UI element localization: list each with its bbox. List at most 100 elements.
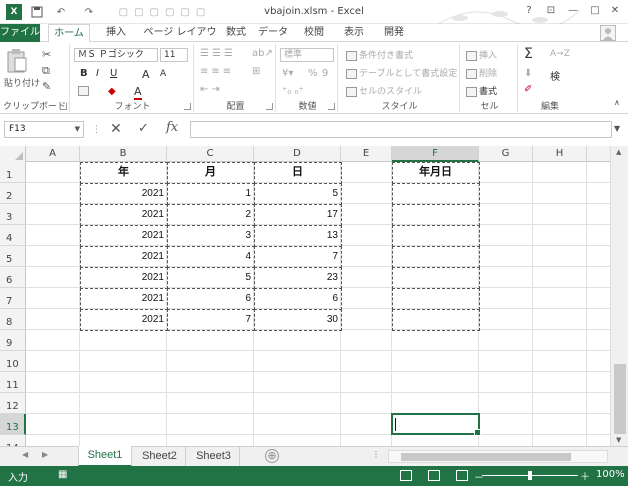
column-header-b[interactable]: B: [80, 146, 167, 162]
table-cell[interactable]: [392, 183, 479, 204]
vertical-scroll-thumb[interactable]: [614, 364, 626, 434]
format-as-table-button[interactable]: テーブルとして書式設定: [346, 66, 457, 79]
table-cell[interactable]: 4: [167, 246, 254, 267]
italic-button[interactable]: I: [96, 68, 99, 79]
tab-formulas[interactable]: 数式: [222, 24, 250, 42]
row-header-4[interactable]: 4: [0, 225, 26, 246]
autosum-button[interactable]: Σ: [524, 46, 533, 62]
tab-home[interactable]: ホーム: [48, 24, 90, 43]
paste-button[interactable]: 貼り付け: [4, 76, 40, 89]
table-cell[interactable]: 1: [167, 183, 254, 204]
zoom-in-button[interactable]: ＋: [580, 468, 590, 483]
delete-cells-button[interactable]: 削除: [466, 66, 497, 79]
select-all-button[interactable]: [0, 146, 26, 162]
sort-filter-button[interactable]: A→Z: [550, 49, 570, 59]
table-cell[interactable]: 6: [167, 288, 254, 309]
zoom-level[interactable]: 100%: [596, 469, 625, 480]
format-painter-icon[interactable]: ✎: [42, 80, 51, 93]
sheet-tab-sheet3[interactable]: Sheet3: [188, 447, 240, 466]
indent-icons[interactable]: ⇤⇥: [200, 84, 223, 95]
table-cell[interactable]: 2021: [80, 309, 167, 330]
table-cell[interactable]: 7: [167, 309, 254, 330]
table-cell[interactable]: 6: [254, 288, 341, 309]
bold-button[interactable]: B: [80, 68, 88, 79]
help-button[interactable]: ?: [520, 3, 538, 19]
table-cell[interactable]: 23: [254, 267, 341, 288]
table-header-cell[interactable]: 日: [254, 162, 341, 183]
row-header-6[interactable]: 6: [0, 267, 26, 288]
row-header-7[interactable]: 7: [0, 288, 26, 309]
tab-review[interactable]: 校閲: [300, 24, 328, 42]
horizontal-scroll-thumb[interactable]: [401, 453, 571, 461]
table-cell[interactable]: [392, 267, 479, 288]
name-box-dropdown-icon[interactable]: ▼: [75, 122, 80, 137]
copy-icon[interactable]: ⧉: [42, 64, 50, 78]
table-cell[interactable]: 2021: [80, 183, 167, 204]
table-cell[interactable]: [392, 288, 479, 309]
table-header-cell[interactable]: 年月日: [392, 162, 479, 183]
normal-view-icon[interactable]: [400, 470, 412, 481]
row-header-5[interactable]: 5: [0, 246, 26, 267]
insert-cells-button[interactable]: 挿入: [466, 48, 497, 61]
table-cell[interactable]: 2021: [80, 267, 167, 288]
formula-input[interactable]: [190, 121, 612, 138]
tab-file[interactable]: ファイル: [0, 24, 40, 42]
table-cell[interactable]: 7: [254, 246, 341, 267]
table-cell[interactable]: 2021: [80, 246, 167, 267]
row-header-9[interactable]: 9: [0, 330, 26, 351]
tab-page-layout[interactable]: ページ レイアウト: [140, 24, 220, 56]
decimal-icons[interactable]: ⁺₀ ₀⁺: [282, 86, 304, 97]
accounting-format-icon[interactable]: ¥▾: [282, 68, 293, 79]
row-header-12[interactable]: 12: [0, 393, 26, 414]
clear-button[interactable]: ✐: [524, 84, 532, 95]
minimize-button[interactable]: —: [564, 3, 582, 19]
active-cell-selection[interactable]: [391, 413, 481, 436]
table-cell[interactable]: 2021: [80, 204, 167, 225]
table-cell[interactable]: 5: [254, 183, 341, 204]
table-cell[interactable]: [392, 309, 479, 330]
table-header-cell[interactable]: 年: [80, 162, 167, 183]
tab-developer[interactable]: 開発: [380, 24, 408, 42]
column-header-a[interactable]: A: [26, 146, 80, 162]
page-break-view-icon[interactable]: [456, 470, 468, 481]
alignment-launcher-icon[interactable]: [266, 103, 273, 110]
new-sheet-button[interactable]: ⊕: [265, 449, 279, 463]
font-color-button[interactable]: A: [134, 85, 142, 100]
number-launcher-icon[interactable]: [328, 103, 335, 110]
prev-sheet-icon[interactable]: ◀: [22, 450, 28, 459]
zoom-slider-knob[interactable]: [528, 471, 532, 480]
paste-icon[interactable]: [6, 48, 28, 77]
table-cell[interactable]: 5: [167, 267, 254, 288]
zoom-out-button[interactable]: －: [474, 469, 484, 484]
macro-record-icon[interactable]: ▦: [58, 469, 67, 480]
collapse-ribbon-icon[interactable]: ∧: [614, 98, 620, 107]
table-cell[interactable]: [392, 204, 479, 225]
conditional-formatting-button[interactable]: 条件付き書式: [346, 48, 413, 61]
row-header-2[interactable]: 2: [0, 183, 26, 204]
number-format-select[interactable]: 標準: [280, 48, 334, 62]
borders-icon[interactable]: [78, 86, 91, 97]
table-cell[interactable]: 13: [254, 225, 341, 246]
vertical-align-icons[interactable]: ☰☰☰: [200, 48, 236, 59]
column-header-d[interactable]: D: [254, 146, 341, 162]
table-cell[interactable]: 17: [254, 204, 341, 225]
underline-button[interactable]: U: [110, 68, 117, 79]
table-cell[interactable]: [392, 246, 479, 267]
fill-color-icon[interactable]: ◆: [108, 86, 116, 97]
sheet-tab-sheet2[interactable]: Sheet2: [134, 447, 186, 466]
orientation-icon[interactable]: ab↗: [252, 48, 273, 59]
font-launcher-icon[interactable]: [184, 103, 191, 110]
user-avatar[interactable]: [600, 25, 616, 41]
find-select-button[interactable]: 検: [550, 68, 560, 83]
tab-insert[interactable]: 挿入: [100, 24, 132, 42]
column-header-f[interactable]: F: [392, 146, 479, 162]
table-cell[interactable]: 2021: [80, 288, 167, 309]
insert-function-button[interactable]: fx: [166, 120, 178, 135]
row-header-14[interactable]: 14: [0, 435, 26, 446]
column-header-h[interactable]: H: [533, 146, 587, 162]
row-header-1[interactable]: 1: [0, 162, 26, 183]
font-size-select[interactable]: 11: [160, 48, 188, 62]
tab-data[interactable]: データ: [258, 24, 288, 42]
clipboard-launcher-icon[interactable]: [60, 103, 67, 110]
cell-styles-button[interactable]: セルのスタイル: [346, 84, 422, 97]
